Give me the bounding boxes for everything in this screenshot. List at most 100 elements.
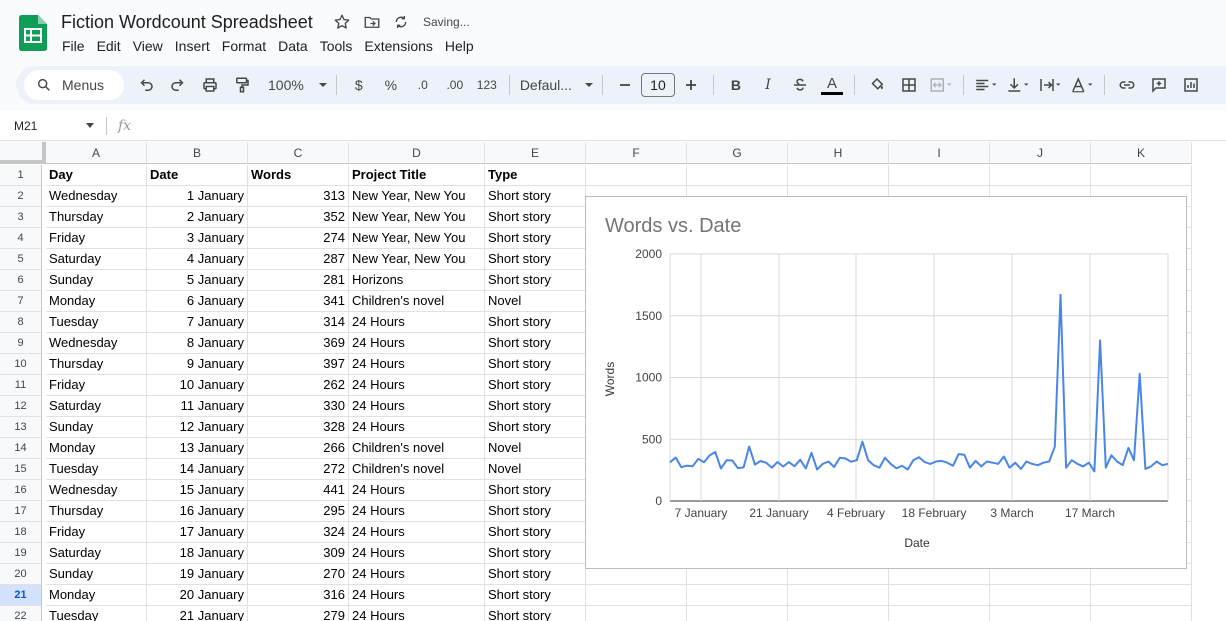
cell-d6[interactable]: Horizons	[349, 270, 485, 291]
cell-e4[interactable]: Short story	[485, 228, 586, 249]
row-header-14[interactable]: 14	[0, 438, 42, 459]
horizontal-align-icon[interactable]	[972, 71, 1000, 99]
sheets-logo-icon[interactable]	[19, 15, 47, 51]
move-to-folder-icon[interactable]	[363, 13, 381, 31]
cell-b6[interactable]: 5 January	[147, 270, 248, 291]
cell-b1[interactable]: Date	[147, 165, 248, 186]
document-title[interactable]: Fiction Wordcount Spreadsheet	[61, 12, 313, 33]
row-header-11[interactable]: 11	[0, 375, 42, 396]
cell-e2[interactable]: Short story	[485, 186, 586, 207]
decrease-decimal-button[interactable]: .0	[409, 71, 437, 99]
line-chart[interactable]: Words vs. Date 0 500 1000 1500 2000 7 January 2…	[585, 196, 1187, 569]
cell-d2[interactable]: New Year, New You	[349, 186, 485, 207]
cell-e10[interactable]: Short story	[485, 354, 586, 375]
cell-e14[interactable]: Novel	[485, 438, 586, 459]
cell-d1[interactable]: Project Title	[349, 165, 485, 186]
cell-a10[interactable]: Thursday	[46, 354, 147, 375]
cell-e13[interactable]: Short story	[485, 417, 586, 438]
menu-edit[interactable]: Edit	[91, 37, 127, 55]
cell-e11[interactable]: Short story	[485, 375, 586, 396]
cell-a15[interactable]: Tuesday	[46, 459, 147, 480]
cell-b20[interactable]: 19 January	[147, 564, 248, 585]
column-header-k[interactable]: K	[1091, 142, 1192, 164]
cell-e8[interactable]: Short story	[485, 312, 586, 333]
cell-a11[interactable]: Friday	[46, 375, 147, 396]
star-icon[interactable]	[333, 13, 351, 31]
menu-file[interactable]: File	[56, 37, 91, 55]
row-header-10[interactable]: 10	[0, 354, 42, 375]
cell-b11[interactable]: 10 January	[147, 375, 248, 396]
row-header-4[interactable]: 4	[0, 228, 42, 249]
cell-empty[interactable]	[990, 606, 1091, 621]
select-all-corner[interactable]	[0, 142, 46, 164]
text-color-button[interactable]: A	[818, 71, 846, 99]
cell-e19[interactable]: Short story	[485, 543, 586, 564]
cell-d3[interactable]: New Year, New You	[349, 207, 485, 228]
cell-b12[interactable]: 11 January	[147, 396, 248, 417]
cell-c8[interactable]: 314	[248, 312, 349, 333]
column-header-e[interactable]: E	[485, 142, 586, 164]
zoom-select[interactable]: 100%	[268, 71, 328, 99]
cell-b8[interactable]: 7 January	[147, 312, 248, 333]
cell-c17[interactable]: 295	[248, 501, 349, 522]
cell-d11[interactable]: 24 Hours	[349, 375, 485, 396]
cell-e22[interactable]: Short story	[485, 606, 586, 621]
cell-a17[interactable]: Thursday	[46, 501, 147, 522]
cell-b18[interactable]: 17 January	[147, 522, 248, 543]
menu-search[interactable]: Menus	[24, 70, 124, 100]
cell-a22[interactable]: Tuesday	[46, 606, 147, 621]
menu-insert[interactable]: Insert	[169, 37, 216, 55]
cell-e16[interactable]: Short story	[485, 480, 586, 501]
cell-a18[interactable]: Friday	[46, 522, 147, 543]
cell-b7[interactable]: 6 January	[147, 291, 248, 312]
row-header-20[interactable]: 20	[0, 564, 42, 585]
column-header-c[interactable]: C	[248, 142, 349, 164]
column-header-i[interactable]: I	[889, 142, 990, 164]
cell-d10[interactable]: 24 Hours	[349, 354, 485, 375]
cell-d19[interactable]: 24 Hours	[349, 543, 485, 564]
cell-empty[interactable]	[1091, 165, 1192, 186]
row-header-6[interactable]: 6	[0, 270, 42, 291]
cell-c13[interactable]: 328	[248, 417, 349, 438]
cell-e3[interactable]: Short story	[485, 207, 586, 228]
cell-d14[interactable]: Children's novel	[349, 438, 485, 459]
menu-help[interactable]: Help	[439, 37, 480, 55]
cell-a7[interactable]: Monday	[46, 291, 147, 312]
cell-a5[interactable]: Saturday	[46, 249, 147, 270]
cell-b5[interactable]: 4 January	[147, 249, 248, 270]
cell-d15[interactable]: Children's novel	[349, 459, 485, 480]
cell-b21[interactable]: 20 January	[147, 585, 248, 606]
menu-tools[interactable]: Tools	[314, 37, 359, 55]
row-header-12[interactable]: 12	[0, 396, 42, 417]
cell-e21[interactable]: Short story	[485, 585, 586, 606]
cell-b10[interactable]: 9 January	[147, 354, 248, 375]
cell-b3[interactable]: 2 January	[147, 207, 248, 228]
cell-b14[interactable]: 13 January	[147, 438, 248, 459]
cell-a12[interactable]: Saturday	[46, 396, 147, 417]
cell-a1[interactable]: Day	[46, 165, 147, 186]
insert-comment-icon[interactable]	[1145, 71, 1173, 99]
cell-d8[interactable]: 24 Hours	[349, 312, 485, 333]
row-header-1[interactable]: 1	[0, 165, 42, 186]
cell-c14[interactable]: 266	[248, 438, 349, 459]
row-header-13[interactable]: 13	[0, 417, 42, 438]
cell-e6[interactable]: Short story	[485, 270, 586, 291]
cell-empty[interactable]	[586, 585, 687, 606]
cell-a14[interactable]: Monday	[46, 438, 147, 459]
cell-a20[interactable]: Sunday	[46, 564, 147, 585]
cell-c6[interactable]: 281	[248, 270, 349, 291]
cell-c7[interactable]: 341	[248, 291, 349, 312]
column-header-b[interactable]: B	[147, 142, 248, 164]
menu-view[interactable]: View	[127, 37, 169, 55]
name-box[interactable]: M21	[14, 119, 37, 133]
cell-b4[interactable]: 3 January	[147, 228, 248, 249]
cell-a9[interactable]: Wednesday	[46, 333, 147, 354]
fill-color-icon[interactable]	[863, 71, 891, 99]
cell-c3[interactable]: 352	[248, 207, 349, 228]
column-header-a[interactable]: A	[46, 142, 147, 164]
menu-format[interactable]: Format	[216, 37, 272, 55]
undo-icon[interactable]	[132, 71, 160, 99]
cell-d4[interactable]: New Year, New You	[349, 228, 485, 249]
cell-empty[interactable]	[889, 606, 990, 621]
column-header-f[interactable]: F	[586, 142, 687, 164]
